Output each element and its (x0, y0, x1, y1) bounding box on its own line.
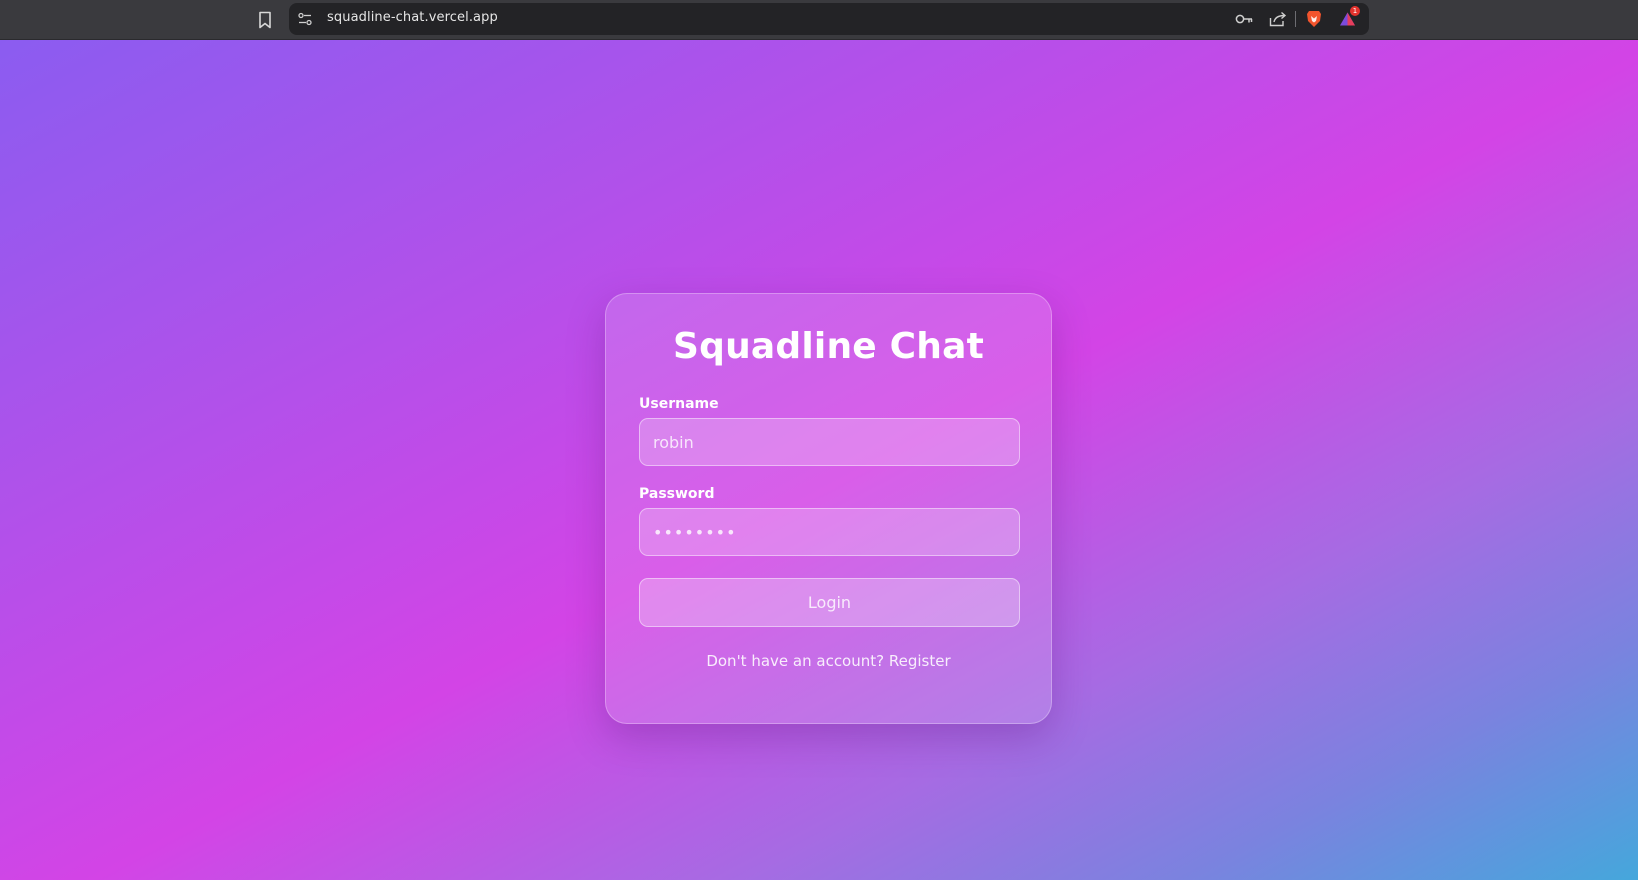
brave-rewards-icon[interactable]: 1 (1338, 6, 1360, 27)
key-icon[interactable] (1235, 11, 1253, 27)
login-card: Squadline Chat Username Password Login D… (605, 293, 1052, 724)
username-input[interactable] (639, 418, 1020, 466)
username-label: Username (639, 396, 719, 412)
register-prompt-line: Don't have an account? Register (606, 652, 1051, 670)
page-title: Squadline Chat (673, 326, 984, 367)
login-button[interactable]: Login (639, 578, 1020, 627)
bookmark-icon[interactable] (254, 9, 276, 31)
register-prompt: Don't have an account? (706, 652, 885, 670)
brave-shield-icon[interactable] (1305, 11, 1323, 27)
password-input[interactable] (639, 508, 1020, 556)
password-label: Password (639, 486, 715, 502)
notification-badge: 1 (1350, 6, 1360, 16)
register-link[interactable]: Register (889, 652, 951, 670)
toolbar-divider (1295, 11, 1296, 27)
site-settings-icon[interactable] (297, 11, 313, 27)
url-text[interactable]: squadline-chat.vercel.app (327, 10, 498, 25)
address-bar[interactable]: squadline-chat.vercel.app 1 (289, 3, 1369, 35)
share-icon[interactable] (1269, 11, 1287, 27)
browser-toolbar: squadline-chat.vercel.app 1 (0, 0, 1638, 40)
page-background: Squadline Chat Username Password Login D… (0, 40, 1638, 880)
